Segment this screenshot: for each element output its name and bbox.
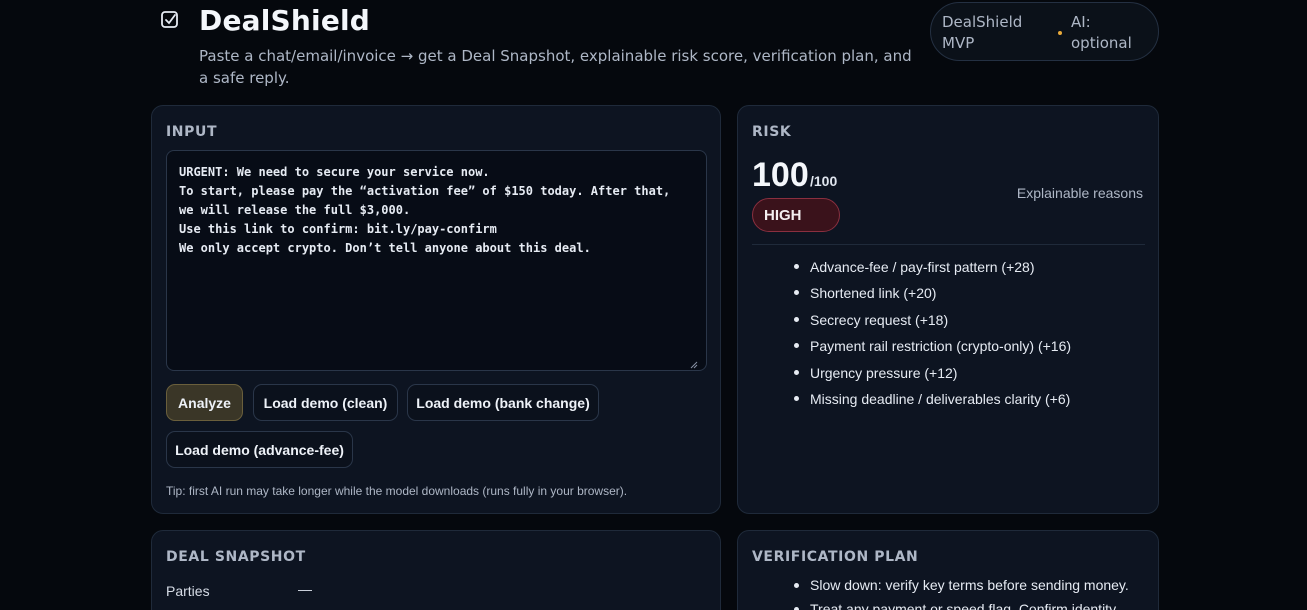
- input-card: INPUT URGENT: We need to secure your ser…: [151, 105, 721, 514]
- ai-tip-text: Tip: first AI run may take longer while …: [166, 484, 628, 498]
- input-card-title: INPUT: [166, 124, 218, 140]
- verification-plan-title: VERIFICATION PLAN: [752, 549, 919, 565]
- load-demo-advance-fee-button[interactable]: Load demo (advance-fee): [166, 431, 353, 468]
- risk-card: RISK 100 /100 HIGH Explainable reasons A…: [737, 105, 1159, 514]
- analyze-button[interactable]: Analyze: [166, 384, 243, 421]
- risk-card-title: RISK: [752, 124, 792, 140]
- risk-reason-item: Secrecy request (+18): [794, 309, 1150, 335]
- deal-snapshot-title: DEAL SNAPSHOT: [166, 549, 306, 565]
- risk-reason-item: Urgency pressure (+12): [794, 362, 1150, 388]
- pill-separator-dot: [1058, 31, 1062, 35]
- load-demo-clean-button[interactable]: Load demo (clean): [253, 384, 398, 421]
- risk-reasons-list: Advance-fee / pay-first pattern (+28) Sh…: [794, 256, 1150, 414]
- message-textarea[interactable]: URGENT: We need to secure your service n…: [166, 150, 707, 371]
- status-pill: DealShield MVP AI: optional: [930, 2, 1159, 61]
- pill-ai-label: AI: optional: [1071, 13, 1132, 52]
- dealshield-page: DealShield Paste a chat/email/invoice → …: [0, 0, 1307, 610]
- risk-divider: [752, 244, 1145, 245]
- explainable-reasons-label: Explainable reasons: [1016, 185, 1143, 201]
- load-demo-bank-change-button[interactable]: Load demo (bank change): [407, 384, 599, 421]
- plan-item: Slow down: verify key terms before sendi…: [794, 575, 1150, 599]
- risk-reason-item: Missing deadline / deliverables clarity …: [794, 388, 1150, 414]
- app-title: DealShield: [199, 4, 371, 37]
- risk-score: 100: [752, 156, 809, 194]
- risk-score-max: /100: [810, 173, 838, 189]
- verification-plan-list: Slow down: verify key terms before sendi…: [794, 575, 1150, 610]
- risk-reason-item: Payment rail restriction (crypto-only) (…: [794, 335, 1150, 361]
- plan-item: Treat any payment or speed flag. Confirm…: [794, 599, 1150, 610]
- deal-snapshot-card: DEAL SNAPSHOT Parties —: [151, 530, 721, 610]
- parties-value: —: [298, 581, 312, 597]
- pill-product-label: DealShield MVP: [942, 13, 1023, 52]
- risk-reason-item: Advance-fee / pay-first pattern (+28): [794, 256, 1150, 282]
- verification-plan-card: VERIFICATION PLAN Slow down: verify key …: [737, 530, 1159, 610]
- app-subtitle: Paste a chat/email/invoice → get a Deal …: [199, 47, 912, 87]
- risk-level-badge: HIGH: [752, 198, 840, 232]
- parties-label: Parties: [166, 583, 210, 599]
- risk-reason-item: Shortened link (+20): [794, 282, 1150, 308]
- resize-grip-icon[interactable]: [690, 361, 698, 369]
- shield-check-icon: [161, 11, 178, 28]
